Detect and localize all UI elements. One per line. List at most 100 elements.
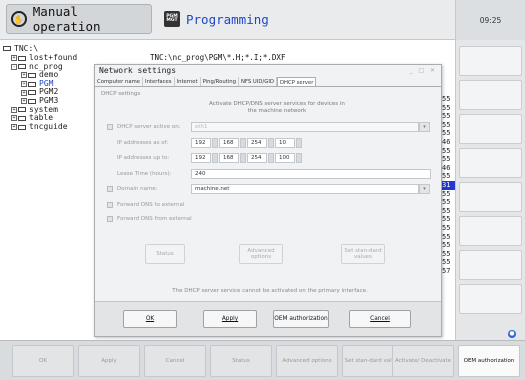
vertical-softkey[interactable]: [459, 46, 522, 76]
spinner-icon[interactable]: [240, 153, 246, 163]
domain-checkbox[interactable]: [107, 186, 113, 192]
softkey-cancel[interactable]: Cancel: [144, 345, 206, 377]
expand-icon: +: [21, 81, 27, 88]
tab-dhcp-server[interactable]: DHCP server: [276, 77, 317, 86]
spinner-icon[interactable]: [240, 138, 246, 148]
file-path: TNC:\nc_prog\PGM\*.H;*.I;*.DXF: [150, 53, 286, 62]
status-button[interactable]: Status: [145, 244, 185, 264]
vertical-softkey[interactable]: [459, 148, 522, 178]
spinner-icon[interactable]: [296, 153, 302, 163]
ip-from-octet-3[interactable]: 254: [247, 138, 267, 148]
folder-icon: [28, 72, 36, 78]
file-size-cell: 55: [442, 189, 451, 198]
forward-dns-from-external-checkbox[interactable]: [107, 216, 113, 222]
ip-from-octet-1[interactable]: 192: [191, 138, 211, 148]
ip-from-octet-4[interactable]: 10: [275, 138, 295, 148]
apply-button[interactable]: Apply: [203, 310, 257, 328]
forward-dns-from-external-label: Forward DNS from external: [117, 216, 192, 222]
advanced-options-button[interactable]: Advanced options: [239, 244, 283, 264]
expand-icon: +: [11, 55, 17, 62]
file-size-cell: 55: [442, 172, 451, 181]
ok-button[interactable]: OK: [123, 310, 177, 328]
ip-from-octet-2[interactable]: 168: [219, 138, 239, 148]
lease-time-input[interactable]: 240: [191, 169, 431, 179]
domain-input[interactable]: machine.net: [191, 184, 419, 194]
file-size-cell: 55: [442, 120, 451, 129]
expand-icon: +: [21, 89, 27, 96]
ip-from-label: IP addresses as of:: [117, 140, 169, 146]
file-size-cell: 57: [442, 266, 451, 275]
dhcp-active-checkbox[interactable]: [107, 124, 113, 130]
info-icon[interactable]: ●: [508, 330, 516, 338]
window-controls-icon[interactable]: _ □ ✕: [409, 67, 437, 74]
folder-icon: [18, 55, 26, 61]
set-standard-values-button[interactable]: Set stan-dard values: [341, 244, 385, 264]
folder-icon: [18, 115, 26, 121]
spinner-icon[interactable]: [268, 138, 274, 148]
section-description: Activate DHCP/DNS server services for de…: [209, 101, 345, 114]
tab-interfaces[interactable]: Interfaces: [143, 77, 175, 86]
section-title: DHCP settings: [101, 91, 141, 97]
spinner-icon[interactable]: [212, 138, 218, 148]
tab-nfs-uid-gid[interactable]: NFS UID/GID: [239, 77, 277, 86]
vertical-softkey[interactable]: [459, 284, 522, 314]
softkey-activate-deactivate[interactable]: Activate/ Deactivate: [392, 345, 454, 377]
dialog-title: Network settings: [99, 66, 177, 75]
folder-icon: [28, 81, 36, 87]
file-size-cell: 55: [442, 129, 451, 138]
ip-to-octet-3[interactable]: 254: [247, 153, 267, 163]
ip-to-octet-4[interactable]: 100: [275, 153, 295, 163]
lease-time-label: Lease Time (hours):: [117, 171, 172, 177]
vertical-softkey[interactable]: [459, 216, 522, 246]
file-size-cell: 55: [442, 146, 451, 155]
tree-root[interactable]: TNC:\: [3, 44, 38, 53]
file-size-cell: 55: [442, 206, 451, 215]
vertical-softkey[interactable]: [459, 182, 522, 212]
tree-item[interactable]: + tncguide: [3, 122, 77, 132]
spinner-icon[interactable]: [268, 153, 274, 163]
oem-authorization-button[interactable]: OEM authorization: [273, 310, 329, 328]
tab-computer-name[interactable]: Computer name: [95, 77, 144, 86]
softkey-advanced-options[interactable]: Advanced options: [276, 345, 338, 377]
mode-programming[interactable]: PGM MGT Programming: [164, 4, 269, 34]
network-settings-dialog: Network settings _ □ ✕ Computer name Int…: [94, 64, 442, 337]
pgm-mgt-icon: PGM MGT: [164, 11, 180, 27]
cancel-button[interactable]: Cancel: [349, 310, 411, 328]
file-size-cell: 55: [442, 232, 451, 241]
softkey-oem-authorization[interactable]: OEM authorization: [458, 345, 520, 377]
domain-label: Domain name:: [117, 186, 158, 192]
folder-icon: [18, 124, 26, 130]
ip-to-octet-2[interactable]: 168: [219, 153, 239, 163]
vertical-softkey-bar: [455, 40, 525, 340]
vertical-softkey[interactable]: [459, 250, 522, 280]
forward-dns-external-checkbox[interactable]: [107, 202, 113, 208]
file-size-cell: 46: [442, 137, 451, 146]
folder-icon: [28, 90, 36, 96]
file-size-cell: 46: [442, 163, 451, 172]
tab-bar: Computer name Interfaces Internet Ping/R…: [95, 77, 441, 87]
file-size-cell: 55: [442, 198, 451, 207]
mode-programming-label: Programming: [186, 11, 269, 27]
file-size-cell: 55: [442, 223, 451, 232]
folder-icon: [18, 107, 26, 113]
tab-ping-routing[interactable]: Ping/Routing: [201, 77, 239, 86]
spinner-icon[interactable]: [212, 153, 218, 163]
vertical-softkey[interactable]: [459, 114, 522, 144]
ip-to-octet-1[interactable]: 192: [191, 153, 211, 163]
softkey-ok[interactable]: OK: [12, 345, 74, 377]
file-size-cell: 31: [440, 180, 455, 190]
softkey-apply[interactable]: Apply: [78, 345, 140, 377]
file-size-cell: 55: [442, 258, 451, 267]
dhcp-interface-select[interactable]: eth1: [191, 122, 419, 132]
vertical-softkey[interactable]: [459, 80, 522, 110]
file-size-cell: 55: [442, 155, 451, 164]
chevron-down-icon[interactable]: ▾: [419, 184, 430, 194]
expand-icon: +: [11, 124, 17, 131]
file-size-cell: 55: [442, 215, 451, 224]
tab-internet[interactable]: Internet: [175, 77, 201, 86]
hand-icon: ✋: [11, 11, 27, 27]
spinner-icon[interactable]: [296, 138, 302, 148]
softkey-status[interactable]: Status: [210, 345, 272, 377]
mode-manual-operation[interactable]: ✋ Manual operation: [6, 4, 152, 34]
chevron-down-icon[interactable]: ▾: [419, 122, 430, 132]
